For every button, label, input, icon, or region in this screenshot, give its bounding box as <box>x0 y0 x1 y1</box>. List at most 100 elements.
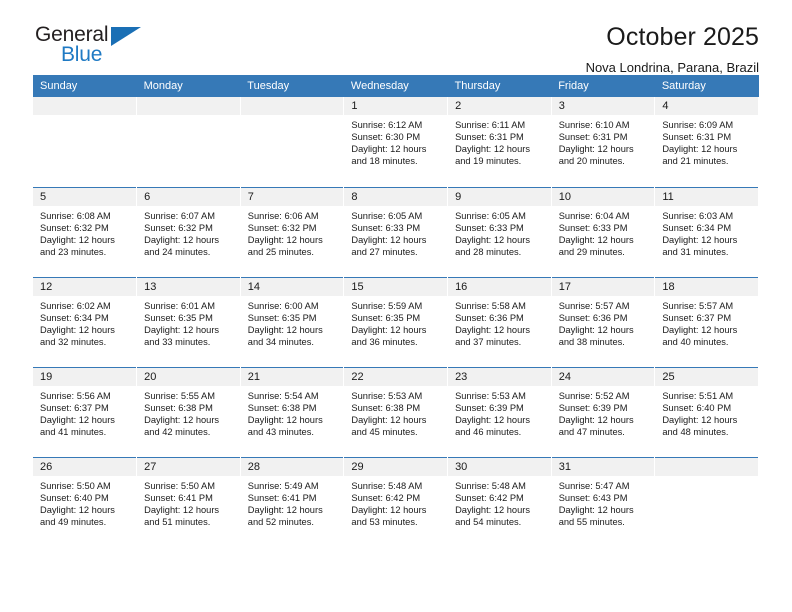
calendar-day-cell[interactable]: 3 Sunrise: 6:10 AM Sunset: 6:31 PM Daylight… <box>551 97 656 187</box>
daylight-text-line2: and 52 minutes. <box>247 516 314 527</box>
day-number: 19 <box>33 367 137 386</box>
day-number: 21 <box>240 367 344 386</box>
calendar-day-cell[interactable]: 17 Sunrise: 5:57 AM Sunset: 6:36 PM Dayligh… <box>551 277 656 367</box>
calendar-day-cell[interactable]: 26 Sunrise: 5:50 AM Sunset: 6:40 PM Dayligh… <box>33 457 138 547</box>
daylight-text-line1: Daylight: 12 hours <box>144 234 220 245</box>
sunrise-text: Sunrise: 6:05 AM <box>351 210 423 221</box>
daylight-text-line2: and 19 minutes. <box>455 156 522 167</box>
weekday-header-friday: Friday <box>551 75 655 97</box>
sunrise-text: Sunrise: 6:00 AM <box>247 300 319 311</box>
day-details: Sunrise: 5:50 AM Sunset: 6:40 PM Daylight:… <box>33 476 136 528</box>
calendar-day-cell[interactable]: 1 Sunrise: 6:12 AM Sunset: 6:30 PM Daylight… <box>343 97 449 187</box>
calendar-day-cell[interactable]: 16 Sunrise: 5:58 AM Sunset: 6:36 PM Dayligh… <box>447 277 552 367</box>
daylight-text-line2: and 23 minutes. <box>40 246 107 257</box>
daylight-text-line1: Daylight: 12 hours <box>558 324 634 335</box>
day-number: 29 <box>344 457 448 476</box>
daylight-text-line2: and 55 minutes. <box>558 516 625 527</box>
calendar-day-cell[interactable]: 13 Sunrise: 6:01 AM Sunset: 6:35 PM Dayligh… <box>136 277 241 367</box>
daylight-text-line2: and 49 minutes. <box>40 516 107 527</box>
day-number <box>33 97 137 115</box>
daylight-text-line1: Daylight: 12 hours <box>558 504 634 515</box>
sunrise-text: Sunrise: 6:04 AM <box>558 210 630 221</box>
sunset-text: Sunset: 6:31 PM <box>558 132 628 143</box>
calendar-day-cell[interactable]: 30 Sunrise: 5:48 AM Sunset: 6:42 PM Dayligh… <box>447 457 552 547</box>
daylight-text-line1: Daylight: 12 hours <box>662 234 738 245</box>
sunset-text: Sunset: 6:33 PM <box>455 222 524 233</box>
daylight-text-line2: and 27 minutes. <box>351 246 418 257</box>
day-number: 4 <box>655 97 758 115</box>
calendar-cell-empty <box>33 97 138 187</box>
sunrise-text: Sunrise: 6:07 AM <box>144 210 215 221</box>
calendar-day-cell[interactable]: 14 Sunrise: 6:00 AM Sunset: 6:35 PM Dayligh… <box>240 277 345 367</box>
calendar-day-cell[interactable]: 28 Sunrise: 5:49 AM Sunset: 6:41 PM Dayligh… <box>240 457 345 547</box>
calendar-day-cell[interactable]: 10 Sunrise: 6:04 AM Sunset: 6:33 PM Dayligh… <box>551 187 656 277</box>
day-number: 2 <box>448 97 551 115</box>
sunrise-text: Sunrise: 5:59 AM <box>351 300 423 311</box>
day-number: 27 <box>137 457 240 476</box>
weekday-header-sunday: Sunday <box>33 75 137 97</box>
sunrise-text: Sunrise: 6:01 AM <box>144 300 215 311</box>
day-number: 28 <box>240 457 344 476</box>
calendar-header-row: Sunday Monday Tuesday Wednesday Thursday… <box>33 75 759 97</box>
calendar-day-cell[interactable]: 8 Sunrise: 6:05 AM Sunset: 6:33 PM Daylight… <box>343 187 449 277</box>
daylight-text-line2: and 53 minutes. <box>351 516 418 527</box>
calendar-day-cell[interactable]: 19 Sunrise: 5:56 AM Sunset: 6:37 PM Dayligh… <box>33 367 138 457</box>
day-details: Sunrise: 6:04 AM Sunset: 6:33 PM Daylight:… <box>552 206 655 258</box>
sunset-text: Sunset: 6:40 PM <box>40 492 109 503</box>
calendar-day-cell[interactable]: 11 Sunrise: 6:03 AM Sunset: 6:34 PM Dayligh… <box>654 187 759 277</box>
sunset-text: Sunset: 6:31 PM <box>662 132 732 143</box>
calendar-day-cell[interactable]: 24 Sunrise: 5:52 AM Sunset: 6:39 PM Dayligh… <box>551 367 656 457</box>
sunset-text: Sunset: 6:35 PM <box>351 312 421 323</box>
calendar-day-cell[interactable]: 23 Sunrise: 5:53 AM Sunset: 6:39 PM Dayligh… <box>447 367 552 457</box>
daylight-text-line1: Daylight: 12 hours <box>144 504 220 515</box>
daylight-text-line1: Daylight: 12 hours <box>351 414 427 425</box>
daylight-text-line1: Daylight: 12 hours <box>40 504 115 515</box>
daylight-text-line2: and 51 minutes. <box>144 516 211 527</box>
calendar-day-cell[interactable]: 2 Sunrise: 6:11 AM Sunset: 6:31 PM Daylight… <box>447 97 552 187</box>
sunrise-text: Sunrise: 6:10 AM <box>558 120 630 130</box>
day-details: Sunrise: 5:57 AM Sunset: 6:36 PM Daylight:… <box>552 296 655 348</box>
calendar-day-cell[interactable]: 31 Sunrise: 5:47 AM Sunset: 6:43 PM Dayligh… <box>551 457 656 547</box>
calendar-day-cell[interactable]: 21 Sunrise: 5:54 AM Sunset: 6:38 PM Dayligh… <box>240 367 345 457</box>
calendar-day-cell[interactable]: 6 Sunrise: 6:07 AM Sunset: 6:32 PM Daylight… <box>136 187 241 277</box>
calendar-day-cell[interactable]: 25 Sunrise: 5:51 AM Sunset: 6:40 PM Dayligh… <box>654 367 759 457</box>
day-details: Sunrise: 5:51 AM Sunset: 6:40 PM Daylight:… <box>655 386 758 438</box>
sunrise-text: Sunrise: 5:55 AM <box>144 390 215 401</box>
daylight-text-line2: and 28 minutes. <box>455 246 522 257</box>
calendar-day-cell[interactable]: 5 Sunrise: 6:08 AM Sunset: 6:32 PM Daylight… <box>33 187 138 277</box>
calendar-day-cell[interactable]: 4 Sunrise: 6:09 AM Sunset: 6:31 PM Daylight… <box>654 97 759 187</box>
daylight-text-line2: and 54 minutes. <box>455 516 522 527</box>
sunset-text: Sunset: 6:32 PM <box>40 222 109 233</box>
daylight-text-line2: and 43 minutes. <box>247 426 314 437</box>
weekday-header-tuesday: Tuesday <box>240 75 344 97</box>
day-number: 9 <box>448 187 551 206</box>
calendar-day-cell[interactable]: 12 Sunrise: 6:02 AM Sunset: 6:34 PM Dayligh… <box>33 277 138 367</box>
daylight-text-line2: and 37 minutes. <box>455 336 522 347</box>
calendar-day-cell[interactable]: 29 Sunrise: 5:48 AM Sunset: 6:42 PM Dayligh… <box>343 457 449 547</box>
daylight-text-line1: Daylight: 12 hours <box>455 504 530 515</box>
calendar-day-cell[interactable]: 7 Sunrise: 6:06 AM Sunset: 6:32 PM Daylight… <box>240 187 345 277</box>
day-number: 13 <box>137 277 240 296</box>
sunrise-text: Sunrise: 5:50 AM <box>144 480 215 491</box>
day-details: Sunrise: 6:01 AM Sunset: 6:35 PM Daylight:… <box>137 296 240 348</box>
calendar-day-cell[interactable]: 20 Sunrise: 5:55 AM Sunset: 6:38 PM Dayligh… <box>136 367 241 457</box>
day-details: Sunrise: 5:53 AM Sunset: 6:39 PM Daylight:… <box>448 386 551 438</box>
sunset-text: Sunset: 6:41 PM <box>144 492 213 503</box>
calendar-day-cell[interactable]: 22 Sunrise: 5:53 AM Sunset: 6:38 PM Dayligh… <box>343 367 449 457</box>
daylight-text-line2: and 25 minutes. <box>247 246 314 257</box>
sunset-text: Sunset: 6:34 PM <box>662 222 732 233</box>
calendar-day-cell[interactable]: 15 Sunrise: 5:59 AM Sunset: 6:35 PM Dayligh… <box>343 277 449 367</box>
day-number: 3 <box>551 97 655 115</box>
calendar-day-cell[interactable]: 18 Sunrise: 5:57 AM Sunset: 6:37 PM Dayligh… <box>654 277 759 367</box>
daylight-text-line2: and 46 minutes. <box>455 426 522 437</box>
calendar-day-cell[interactable]: 27 Sunrise: 5:50 AM Sunset: 6:41 PM Dayligh… <box>136 457 241 547</box>
sunrise-text: Sunrise: 5:49 AM <box>247 480 319 491</box>
calendar-page: General Blue October 2025 Nova Londrina,… <box>0 0 792 612</box>
daylight-text-line2: and 38 minutes. <box>558 336 625 347</box>
calendar-cell-empty <box>654 457 759 547</box>
logo-text-blue: Blue <box>61 43 103 66</box>
daylight-text-line2: and 48 minutes. <box>662 426 729 437</box>
calendar-day-cell[interactable]: 9 Sunrise: 6:05 AM Sunset: 6:33 PM Daylight… <box>447 187 552 277</box>
sunset-text: Sunset: 6:42 PM <box>351 492 421 503</box>
sunset-text: Sunset: 6:38 PM <box>247 402 317 413</box>
